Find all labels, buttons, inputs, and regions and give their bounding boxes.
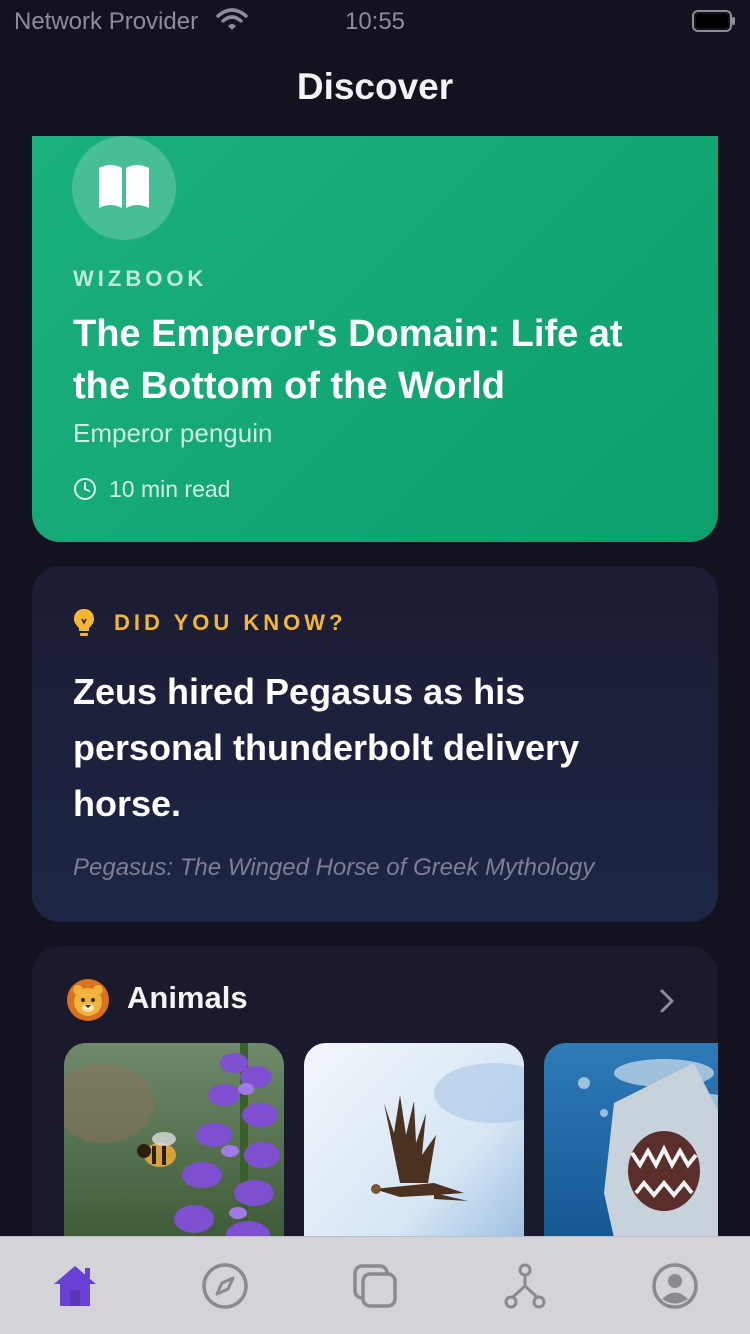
home-icon — [54, 1266, 96, 1306]
battery-icon — [692, 10, 735, 32]
read-time-label: 10 min read — [109, 475, 231, 502]
book-icon — [99, 165, 149, 208]
card-title: The Emperor's Domain: Life at the Bottom… — [73, 313, 623, 407]
fact-kicker-label: DID YOU KNOW? — [114, 610, 347, 635]
fact-kicker: DID YOU KNOW? — [72, 606, 346, 640]
status-bar: Network Provider 10:55 — [0, 0, 750, 40]
lightbulb-icon — [74, 609, 94, 636]
branch-icon — [504, 1263, 546, 1309]
book-badge — [72, 136, 176, 240]
status-time: 10:55 — [344, 8, 406, 35]
tab-bar — [0, 1236, 750, 1334]
wizbook-card[interactable]: WIZBOOK The Emperor's Domain: Life at th… — [32, 136, 718, 542]
page-title: Discover — [296, 66, 454, 107]
fact-text: Zeus hired Pegasus as his personal thund… — [73, 671, 580, 824]
read-time: 10 min read — [73, 474, 230, 504]
category-title[interactable]: Animals — [127, 980, 248, 1016]
category-card-animals: Animals — [32, 946, 718, 1276]
lion-face-icon — [67, 979, 109, 1021]
tab-paths[interactable] — [498, 1259, 552, 1313]
fact-source[interactable]: Pegasus: The Winged Horse of Greek Mytho… — [73, 854, 594, 882]
cards-icon — [353, 1264, 397, 1308]
profile-icon — [652, 1263, 698, 1309]
compass-icon — [202, 1263, 248, 1309]
card-kicker: WIZBOOK — [73, 266, 208, 291]
did-you-know-card[interactable]: DID YOU KNOW? Zeus hired Pegasus as his … — [32, 566, 718, 922]
tab-home[interactable] — [48, 1259, 102, 1313]
chevron-right-icon[interactable] — [658, 988, 676, 1014]
tab-discover[interactable] — [198, 1259, 252, 1313]
tab-profile[interactable] — [648, 1259, 702, 1313]
card-subtitle: Emperor penguin — [73, 418, 273, 448]
tab-cards[interactable] — [348, 1259, 402, 1313]
clock-icon — [74, 478, 96, 500]
